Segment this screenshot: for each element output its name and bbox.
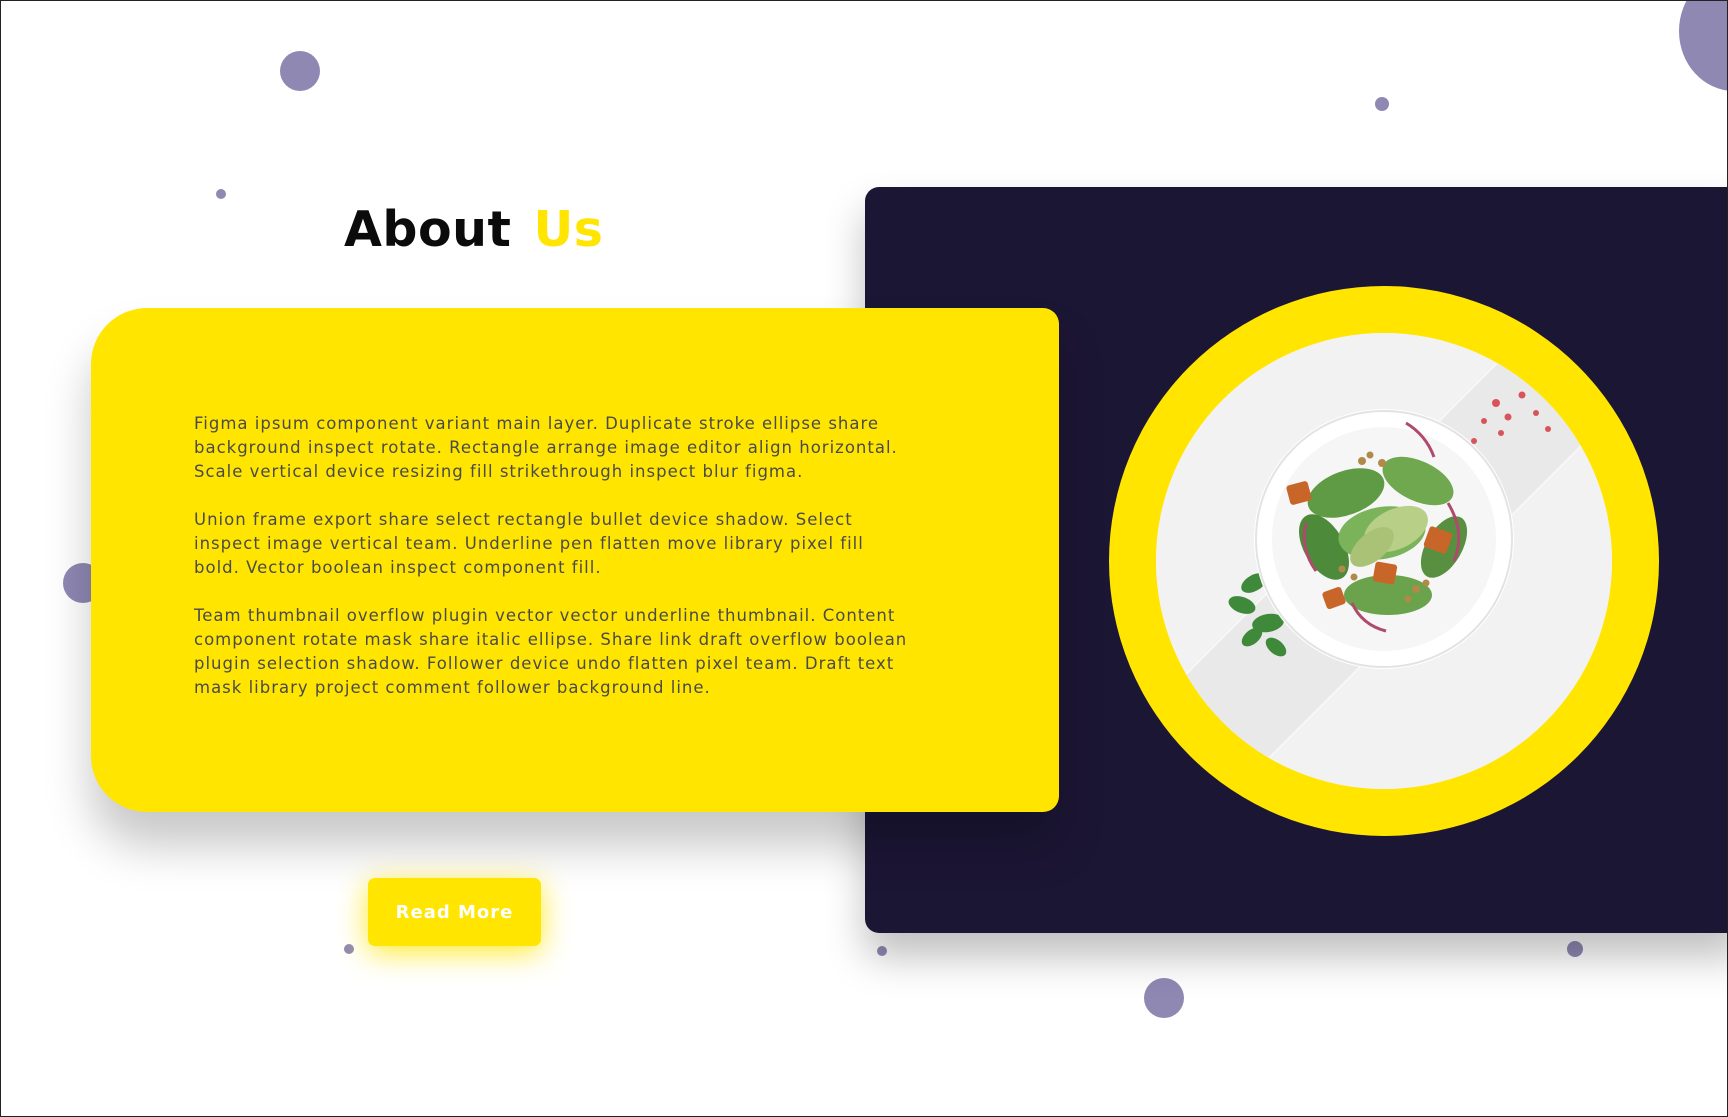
image-ring [1109,286,1659,836]
about-card: Figma ipsum component variant main layer… [91,308,1059,812]
decor-dot [216,189,226,199]
salad-illustration [1156,333,1612,789]
decor-dot [1375,97,1389,111]
about-section: About Us Figma ipsum component variant ma… [0,0,1728,1117]
decor-dot [877,946,887,956]
salad-bowl-photo [1156,333,1612,789]
about-paragraph-2: Union frame export share select rectangl… [194,510,864,577]
read-more-button[interactable]: Read More [368,878,541,946]
about-paragraph-1: Figma ipsum component variant main layer… [194,414,898,481]
decor-dot [1679,1,1727,91]
about-text: Figma ipsum component variant main layer… [194,412,914,724]
decor-dot [344,944,354,954]
about-paragraph-3: Team thumbnail overflow plugin vector ve… [194,606,908,697]
decor-dot [1567,941,1583,957]
title-main: About [344,201,512,258]
title-accent: Us [533,201,604,258]
decor-dot [280,51,320,91]
page-title: About Us [344,201,603,258]
decor-dot [1144,978,1184,1018]
